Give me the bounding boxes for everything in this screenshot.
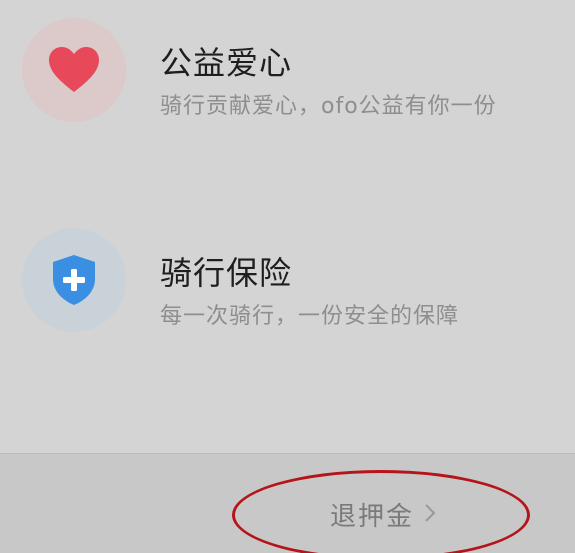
feature-subtitle: 每一次骑行，一份安全的保障: [160, 304, 460, 329]
charity-icon-circle: [22, 18, 126, 122]
insurance-icon-circle: [22, 228, 126, 332]
feature-title: 公益爱心: [160, 44, 293, 82]
chevron-right-icon: [424, 503, 436, 527]
feature-subtitle: 骑行贡献爱心，ofo公益有你一份: [160, 94, 497, 119]
footer-bar: 退押金: [0, 453, 575, 553]
refund-deposit-button[interactable]: 退押金: [330, 496, 436, 533]
feature-insurance[interactable]: 骑行保险 每一次骑行，一份安全的保障: [0, 228, 575, 338]
screen: 公益爱心 骑行贡献爱心，ofo公益有你一份 骑行保险 每一次骑行，一份安全的保障…: [0, 0, 575, 553]
refund-deposit-label: 退押金: [330, 502, 415, 532]
shield-plus-icon: [53, 255, 95, 305]
heart-icon: [49, 47, 99, 92]
feature-charity[interactable]: 公益爱心 骑行贡献爱心，ofo公益有你一份: [0, 8, 575, 122]
feature-title: 骑行保险: [160, 254, 293, 292]
